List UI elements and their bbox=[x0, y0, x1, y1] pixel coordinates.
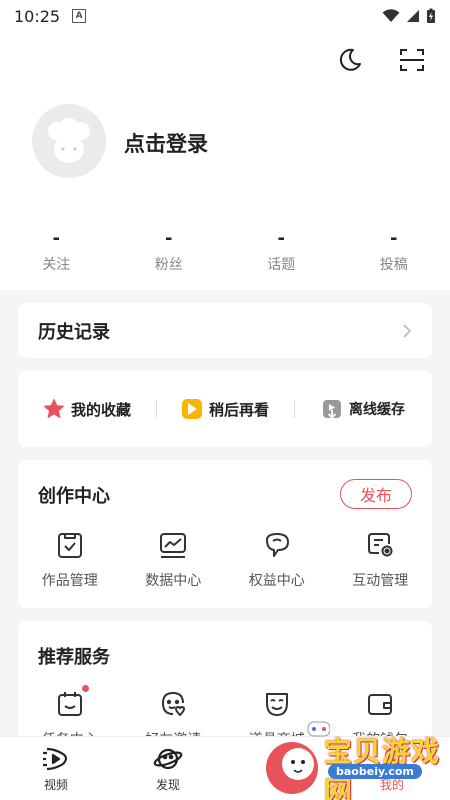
status-time: 10:25 bbox=[14, 6, 61, 26]
stat-fans[interactable]: - 粉丝 bbox=[113, 228, 226, 274]
stat-label: 投稿 bbox=[379, 257, 408, 273]
works-management-button[interactable]: 作品管理 bbox=[18, 528, 122, 590]
wallet-icon bbox=[363, 687, 397, 721]
stat-value: - bbox=[165, 228, 173, 249]
scan-icon[interactable] bbox=[396, 44, 428, 76]
data-center-button[interactable]: 数据中心 bbox=[122, 528, 226, 590]
quick-label: 我的收藏 bbox=[70, 400, 131, 419]
grid-label: 作品管理 bbox=[41, 573, 98, 589]
quick-actions: 我的收藏 稍后再看 离线缓存 bbox=[18, 371, 432, 447]
stat-value: - bbox=[390, 228, 398, 249]
video-tab-icon bbox=[43, 747, 68, 771]
data-chart-icon bbox=[156, 528, 190, 562]
tab-video[interactable]: 视频 bbox=[0, 737, 112, 800]
stat-topics[interactable]: - 话题 bbox=[225, 228, 338, 274]
publish-button[interactable]: 发布 bbox=[340, 479, 412, 509]
rights-icon bbox=[260, 528, 294, 562]
tab-mine[interactable]: 我的 bbox=[336, 737, 448, 800]
quick-label: 稍后再看 bbox=[208, 400, 269, 419]
stat-value: - bbox=[277, 228, 285, 249]
tab-label: 视频 bbox=[43, 778, 68, 792]
creation-grid: 作品管理 数据中心 权益中心 互动管理 bbox=[18, 528, 432, 590]
stat-submissions[interactable]: - 投稿 bbox=[338, 228, 450, 274]
task-calendar-icon bbox=[53, 685, 89, 721]
rights-center-button[interactable]: 权益中心 bbox=[225, 528, 329, 590]
services-title: 推荐服务 bbox=[38, 647, 110, 668]
battery-icon bbox=[427, 8, 435, 23]
creation-center-card: 创作中心 发布 作品管理 数据中心 权益中心 互动管理 bbox=[18, 460, 432, 608]
grid-label: 权益中心 bbox=[248, 573, 305, 589]
stat-following[interactable]: - 关注 bbox=[0, 228, 113, 274]
interaction-management-button[interactable]: 互动管理 bbox=[329, 528, 433, 590]
chevron-right-icon bbox=[403, 323, 412, 338]
watch-later-button[interactable]: 稍后再看 bbox=[156, 398, 294, 420]
stat-label: 话题 bbox=[267, 257, 296, 273]
profile-tab-icon bbox=[379, 747, 405, 772]
watch-later-icon bbox=[181, 399, 202, 419]
night-mode-moon-icon[interactable] bbox=[334, 44, 366, 76]
notification-dot bbox=[81, 685, 89, 692]
status-bar: 10:25 A bbox=[0, 0, 450, 32]
tab-label: 发现 bbox=[155, 778, 180, 792]
quick-label: 离线缓存 bbox=[349, 402, 405, 418]
invite-friend-icon bbox=[156, 687, 190, 721]
history-label: 历史记录 bbox=[38, 321, 110, 343]
favorites-button[interactable]: 我的收藏 bbox=[18, 398, 156, 420]
top-actions bbox=[334, 44, 428, 76]
profile-header: 点击登录 - 关注 - 粉丝 - 话题 - 投稿 bbox=[0, 32, 450, 290]
tab-hidden[interactable] bbox=[224, 737, 336, 800]
works-icon bbox=[53, 528, 87, 562]
stat-value: - bbox=[52, 228, 60, 249]
download-icon bbox=[323, 400, 341, 419]
avatar[interactable] bbox=[32, 104, 106, 178]
tab-discover[interactable]: 发现 bbox=[112, 737, 224, 800]
stat-label: 粉丝 bbox=[154, 257, 183, 273]
recommended-services-card: 推荐服务 任务中心 好友邀请 道具商城 我的钱包 bbox=[18, 621, 432, 751]
discover-planet-icon bbox=[153, 748, 183, 770]
history-row[interactable]: 历史记录 bbox=[18, 303, 432, 358]
grid-label: 互动管理 bbox=[352, 573, 409, 589]
grid-label: 数据中心 bbox=[145, 573, 202, 589]
tab-label: 我的 bbox=[379, 778, 404, 792]
mask-icon bbox=[260, 687, 294, 721]
bottom-tab-bar: 视频 发现 我的 bbox=[0, 736, 450, 800]
login-button[interactable]: 点击登录 bbox=[124, 128, 208, 158]
notification-a-icon: A bbox=[72, 9, 87, 23]
signal-icon bbox=[407, 10, 419, 22]
wifi-icon bbox=[382, 9, 400, 22]
stat-label: 关注 bbox=[42, 257, 71, 273]
default-avatar-icon bbox=[48, 118, 90, 163]
offline-cache-button[interactable]: 离线缓存 bbox=[294, 398, 432, 420]
stats-row: - 关注 - 粉丝 - 话题 - 投稿 bbox=[0, 228, 450, 274]
creation-center-title: 创作中心 bbox=[38, 486, 110, 507]
interaction-icon bbox=[363, 528, 397, 562]
status-icons bbox=[382, 8, 436, 24]
star-icon bbox=[43, 399, 64, 418]
